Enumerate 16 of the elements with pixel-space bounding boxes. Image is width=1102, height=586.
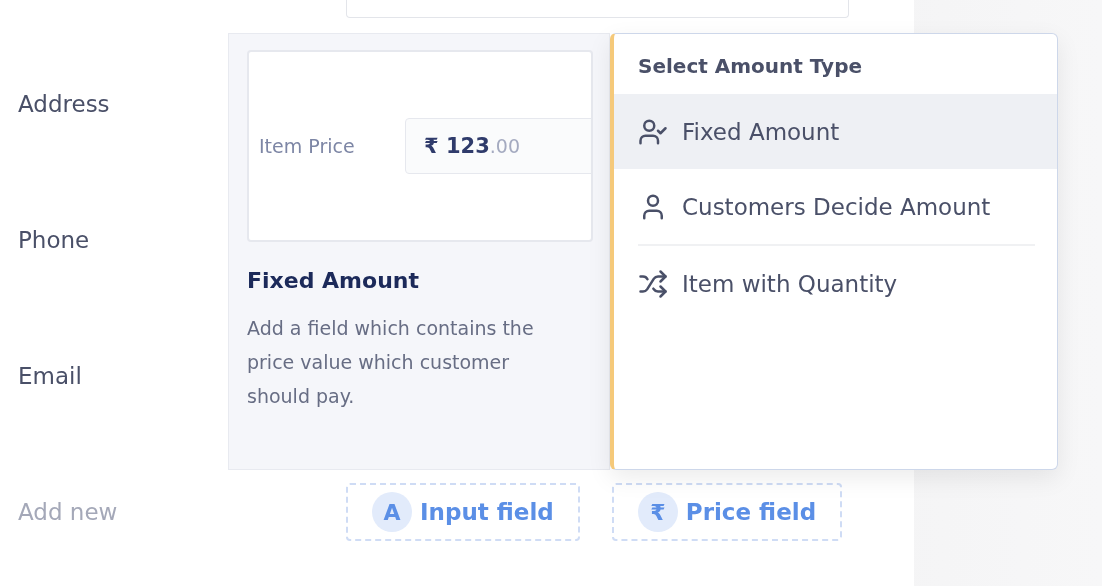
preview-description: Add a field which contains the price value which customer should pay. [247, 316, 535, 409]
field-type-icon: ₹ [637, 492, 678, 532]
menu-item[interactable]: Fixed Amount [614, 94, 1057, 169]
menu-item[interactable]: Customers Decide Amount [614, 169, 1057, 244]
menu-title: Select Amount Type [638, 54, 862, 78]
price-value: ₹ 123.00 [405, 118, 591, 174]
field-label: Email [18, 363, 82, 389]
field-type-icon: A [372, 492, 412, 532]
field-label: Item Price [259, 135, 356, 157]
menu-item[interactable]: Item with Quantity [614, 246, 1057, 321]
add-new-label: Add new [18, 499, 118, 525]
field-label: Phone [18, 227, 90, 253]
input-field[interactable] [346, 0, 849, 18]
shuffle-icon [638, 268, 668, 299]
preview-title: Fixed Amount [247, 268, 420, 293]
field-label: Address [18, 91, 110, 117]
